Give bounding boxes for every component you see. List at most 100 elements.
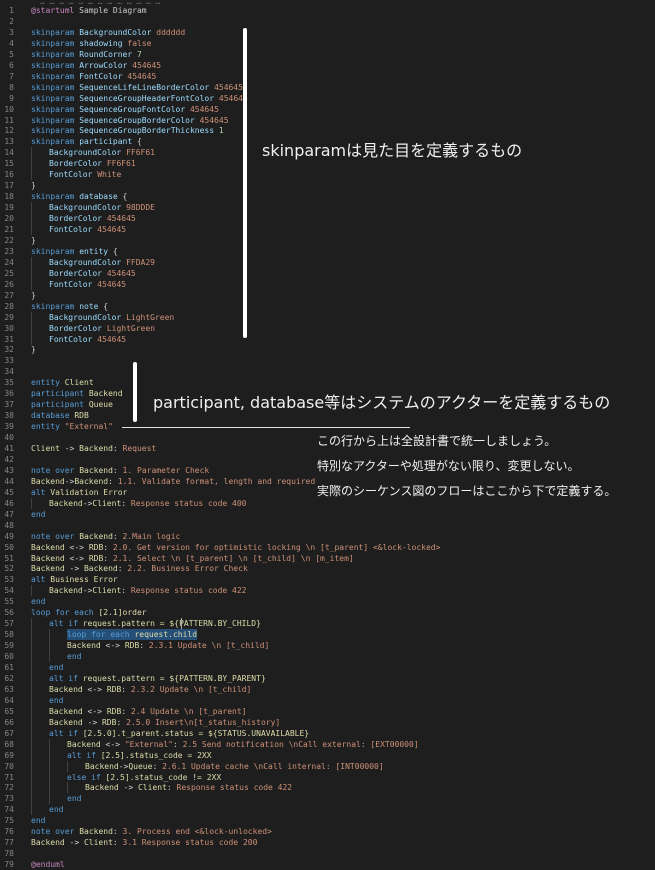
code-line[interactable]: 28 skinparam note {	[0, 301, 655, 312]
code-line[interactable]: 29 BackgroundColor LightGreen	[0, 311, 655, 323]
line-number: 27	[4, 290, 14, 300]
code-line[interactable]: 24 BackgroundColor FFDA29	[0, 256, 655, 268]
code-line[interactable]: 2	[0, 16, 655, 27]
code-line[interactable]: 63 Backend <-> RDB: 2.3.2 Update \n [t_ch…	[0, 683, 655, 695]
code-line[interactable]: 6 skinparam ArrowColor 454645	[0, 60, 655, 71]
code-line[interactable]: 11 skinparam SequenceGroupBorderColor 454…	[0, 115, 655, 126]
code-line[interactable]: 17}	[0, 180, 655, 191]
code-line[interactable]: 1 @startuml Sample Diagram	[0, 5, 655, 16]
code-token: BorderColor	[49, 159, 102, 169]
line-number: 35	[4, 378, 14, 388]
code-line[interactable]: 58 loop for each request.child	[0, 629, 655, 641]
code-text: end	[31, 596, 45, 607]
annotation-bar-skinparam	[243, 28, 247, 338]
code-line[interactable]: 50 Backend <-> RDB: 2.0. Get version for …	[0, 542, 655, 553]
code-line[interactable]: 55 end	[0, 596, 655, 607]
code-line[interactable]: 48	[0, 520, 655, 531]
code-line[interactable]: 32}	[0, 344, 655, 355]
code-line[interactable]: 57 alt if request.pattern = ${PATTERN.BY_…	[0, 618, 655, 630]
code-line[interactable]: 72 Backend -> Client: Response status cod…	[0, 782, 655, 794]
code-line[interactable]: 12 skinparam SequenceGroupBorderThickness…	[0, 125, 655, 136]
code-token: }	[31, 345, 36, 355]
code-line[interactable]: 65 Backend <-> RDB: 2.4 Update \n [t_pare…	[0, 705, 655, 717]
code-line[interactable]: 23 skinparam entity {	[0, 246, 655, 257]
code-line[interactable]: 4 skinparam shadowing false	[0, 38, 655, 49]
code-line[interactable]: 27}	[0, 290, 655, 301]
code-token: :	[121, 706, 131, 716]
code-line[interactable]: 64 end	[0, 694, 655, 706]
code-token: note	[79, 301, 99, 311]
code-line[interactable]: 56 loop for each [2.1]order	[0, 607, 655, 618]
code-line[interactable]: 66 Backend -> RDB: 2.5.0 Insert\n[t_statu…	[0, 716, 655, 728]
code-line[interactable]: 68 Backend <-> "External": 2.5 Send notif…	[0, 738, 655, 750]
code-line[interactable]: 7 skinparam FontColor 454645	[0, 71, 655, 82]
code-line[interactable]: 70 Backend->Queue: 2.6.1 Update cache \nC…	[0, 760, 655, 772]
code-line[interactable]: 30 BorderColor LightGreen	[0, 322, 655, 334]
code-line[interactable]: 78	[0, 848, 655, 859]
code-token: BorderColor	[49, 214, 102, 224]
line-number: 78	[4, 849, 14, 859]
code-line[interactable]: 26 FontColor 454645	[0, 278, 655, 290]
line-number: 40	[4, 433, 14, 443]
code-text: skinparam SequenceLifeLineBorderColor 45…	[31, 82, 243, 93]
code-line[interactable]: 46 Backend->Client: Response status code …	[0, 497, 655, 509]
code-line[interactable]: 76 note over Backend: 3. Process end <&lo…	[0, 826, 655, 837]
line-number: 46	[4, 498, 14, 508]
line-number: 31	[4, 334, 14, 344]
code-line[interactable]: 5 skinparam RoundCorner 7	[0, 49, 655, 60]
code-line[interactable]: 3 skinparam BackgroundColor dddddd	[0, 27, 655, 38]
code-line[interactable]: 10 skinparam SequenceGroupFontColor 45464…	[0, 104, 655, 115]
code-token: RDB	[88, 542, 104, 552]
code-line[interactable]: 33	[0, 355, 655, 366]
line-number: 28	[4, 301, 14, 311]
code-line[interactable]: 34	[0, 366, 655, 377]
code-line[interactable]: 51 Backend <-> RDB: 2.1. Select \n [t_par…	[0, 553, 655, 564]
code-line[interactable]: 61 end	[0, 662, 655, 673]
code-line[interactable]: 62 alt if request.pattern = ${PATTERN.BY_…	[0, 672, 655, 684]
code-line[interactable]: 20 BorderColor 454645	[0, 213, 655, 225]
code-line[interactable]: 25 BorderColor 454645	[0, 267, 655, 279]
code-line[interactable]: 60 end	[0, 651, 655, 663]
line-number: 54	[4, 586, 14, 596]
code-token: end	[67, 652, 82, 662]
code-line[interactable]: 73 end	[0, 793, 655, 805]
code-token: 2.5.0 Insert\n[t_status_history]	[126, 717, 281, 727]
code-line[interactable]: 69 alt if [2.5].status_code = 2XX	[0, 749, 655, 761]
code-line[interactable]: 52 Backend -> Backend: 2.2. Business Erro…	[0, 563, 655, 574]
line-number: 16	[4, 170, 14, 180]
code-token: entity	[79, 246, 109, 256]
code-line[interactable]: 21 FontColor 454645	[0, 224, 655, 235]
code-line[interactable]: 18 skinparam database {	[0, 191, 655, 202]
code-line[interactable]: 71 else if [2.5].status_code != 2XX	[0, 771, 655, 783]
code-line[interactable]: 22}	[0, 235, 655, 246]
code-token: BorderColor	[49, 268, 102, 278]
code-line[interactable]: 47 end	[0, 509, 655, 520]
indent-guide	[31, 771, 32, 783]
code-line[interactable]: 19 BackgroundColor 98DDDE	[0, 202, 655, 214]
code-token: :	[166, 783, 177, 793]
code-line[interactable]: 74 end	[0, 804, 655, 816]
annotation-participant: participant, database等はシステムのアクターを定義するもの	[153, 393, 611, 412]
code-text: alt if [2.5.0].t_parent.status = ${STATU…	[49, 728, 309, 739]
code-line[interactable]: 16 FontColor White	[0, 169, 655, 181]
code-line[interactable]: 75 end	[0, 815, 655, 826]
code-line[interactable]: 49 note over Backend: 2.Main logic	[0, 531, 655, 542]
code-token: FontColor	[49, 279, 93, 289]
indent-guide	[31, 169, 32, 181]
code-line[interactable]: 77 Backend -> Client: 3.1 Response status…	[0, 837, 655, 848]
indent-guide	[31, 662, 32, 673]
code-token: skinparam	[31, 71, 75, 81]
code-line[interactable]: 8 skinparam SequenceLifeLineBorderColor 4…	[0, 82, 655, 93]
line-number: 55	[4, 597, 14, 607]
code-line[interactable]: 53 alt Business Error	[0, 574, 655, 585]
code-text: end	[49, 695, 63, 706]
code-line[interactable]: 67 alt if [2.5.0].t_parent.status = ${STA…	[0, 727, 655, 739]
code-line[interactable]: 54 Backend->Client: Response status code …	[0, 585, 655, 597]
code-text: skinparam SequenceGroupBorderColor 45464…	[31, 115, 229, 126]
line-number: 62	[4, 673, 14, 683]
code-line[interactable]: 59 Backend <-> RDB: 2.3.1 Update \n [t_ch…	[0, 640, 655, 652]
code-line[interactable]: 31 FontColor 454645	[0, 333, 655, 345]
code-token: <->	[64, 542, 89, 552]
code-line[interactable]: 9 skinparam SequenceGroupHeaderFontColor …	[0, 93, 655, 104]
code-line[interactable]: 35 entity Client	[0, 377, 655, 388]
